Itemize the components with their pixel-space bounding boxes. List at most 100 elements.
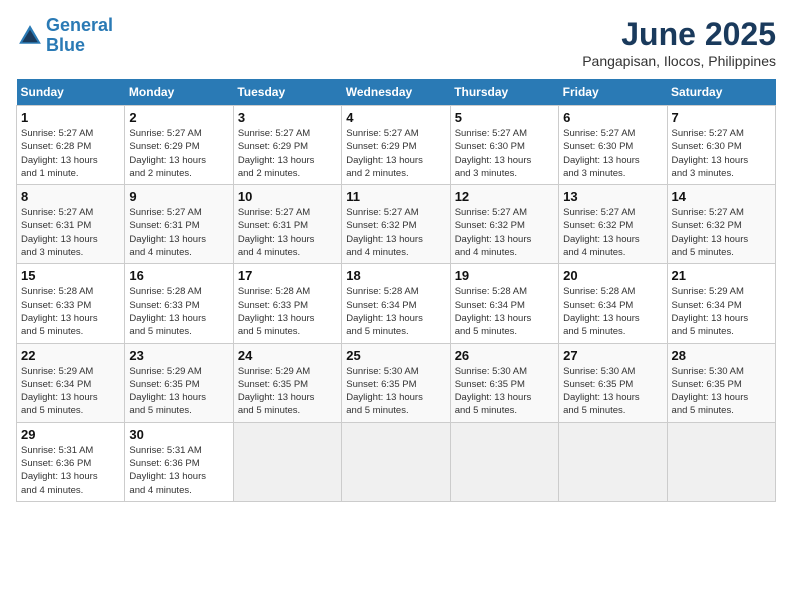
calendar-cell: 22Sunrise: 5:29 AM Sunset: 6:34 PM Dayli…: [17, 343, 125, 422]
day-info: Sunrise: 5:27 AM Sunset: 6:32 PM Dayligh…: [346, 206, 445, 259]
day-number: 11: [346, 189, 445, 204]
day-info: Sunrise: 5:28 AM Sunset: 6:34 PM Dayligh…: [346, 285, 445, 338]
day-number: 25: [346, 348, 445, 363]
calendar-cell: 2Sunrise: 5:27 AM Sunset: 6:29 PM Daylig…: [125, 106, 233, 185]
day-number: 21: [672, 268, 771, 283]
day-info: Sunrise: 5:27 AM Sunset: 6:29 PM Dayligh…: [346, 127, 445, 180]
day-number: 14: [672, 189, 771, 204]
calendar-body: 1 Sunrise: 5:27 AM Sunset: 6:28 PM Daylig…: [17, 106, 776, 502]
day-number: 18: [346, 268, 445, 283]
day-number: 7: [672, 110, 771, 125]
title-block: June 2025 Pangapisan, Ilocos, Philippine…: [582, 16, 776, 69]
calendar-cell: 18 Sunrise: 5:28 AM Sunset: 6:34 PM Dayli…: [342, 264, 450, 343]
logo-general: General: [46, 15, 113, 35]
header: General Blue June 2025 Pangapisan, Iloco…: [16, 16, 776, 69]
day-info: Sunrise: 5:31 AM Sunset: 6:36 PM Dayligh…: [129, 444, 228, 497]
day-number: 1: [21, 110, 120, 125]
calendar-table: SundayMondayTuesdayWednesdayThursdayFrid…: [16, 79, 776, 502]
day-info: Sunrise: 5:30 AM Sunset: 6:35 PM Dayligh…: [672, 365, 771, 418]
calendar-cell: 14 Sunrise: 5:27 AM Sunset: 6:32 PM Dayli…: [667, 185, 775, 264]
day-number: 15: [21, 268, 120, 283]
day-number: 5: [455, 110, 554, 125]
day-info: Sunrise: 5:29 AM Sunset: 6:35 PM Dayligh…: [238, 365, 337, 418]
day-info: Sunrise: 5:27 AM Sunset: 6:31 PM Dayligh…: [21, 206, 120, 259]
calendar-cell: 19Sunrise: 5:28 AM Sunset: 6:34 PM Dayli…: [450, 264, 558, 343]
day-number: 10: [238, 189, 337, 204]
day-info: Sunrise: 5:27 AM Sunset: 6:29 PM Dayligh…: [129, 127, 228, 180]
calendar-cell: 6Sunrise: 5:27 AM Sunset: 6:30 PM Daylig…: [559, 106, 667, 185]
calendar-cell: 24 Sunrise: 5:29 AM Sunset: 6:35 PM Dayli…: [233, 343, 341, 422]
day-info: Sunrise: 5:28 AM Sunset: 6:33 PM Dayligh…: [21, 285, 120, 338]
logo-text: General Blue: [46, 16, 113, 56]
day-info: Sunrise: 5:28 AM Sunset: 6:33 PM Dayligh…: [129, 285, 228, 338]
day-number: 6: [563, 110, 662, 125]
day-info: Sunrise: 5:30 AM Sunset: 6:35 PM Dayligh…: [346, 365, 445, 418]
day-number: 19: [455, 268, 554, 283]
day-number: 27: [563, 348, 662, 363]
calendar-cell: [233, 422, 341, 501]
calendar-cell: 9 Sunrise: 5:27 AM Sunset: 6:31 PM Daylig…: [125, 185, 233, 264]
header-cell-saturday: Saturday: [667, 79, 775, 106]
logo-blue: Blue: [46, 35, 85, 55]
day-info: Sunrise: 5:28 AM Sunset: 6:34 PM Dayligh…: [563, 285, 662, 338]
calendar-cell: 16 Sunrise: 5:28 AM Sunset: 6:33 PM Dayli…: [125, 264, 233, 343]
header-cell-monday: Monday: [125, 79, 233, 106]
calendar-cell: 20 Sunrise: 5:28 AM Sunset: 6:34 PM Dayli…: [559, 264, 667, 343]
calendar-cell: 30 Sunrise: 5:31 AM Sunset: 6:36 PM Dayli…: [125, 422, 233, 501]
day-info: Sunrise: 5:27 AM Sunset: 6:28 PM Dayligh…: [21, 127, 120, 180]
day-info: Sunrise: 5:27 AM Sunset: 6:30 PM Dayligh…: [455, 127, 554, 180]
day-number: 29: [21, 427, 120, 442]
calendar-cell: [559, 422, 667, 501]
day-info: Sunrise: 5:29 AM Sunset: 6:34 PM Dayligh…: [672, 285, 771, 338]
header-row: SundayMondayTuesdayWednesdayThursdayFrid…: [17, 79, 776, 106]
day-number: 20: [563, 268, 662, 283]
day-info: Sunrise: 5:29 AM Sunset: 6:35 PM Dayligh…: [129, 365, 228, 418]
day-info: Sunrise: 5:27 AM Sunset: 6:32 PM Dayligh…: [455, 206, 554, 259]
day-number: 24: [238, 348, 337, 363]
calendar-cell: 25 Sunrise: 5:30 AM Sunset: 6:35 PM Dayli…: [342, 343, 450, 422]
calendar-cell: 7 Sunrise: 5:27 AM Sunset: 6:30 PM Daylig…: [667, 106, 775, 185]
day-info: Sunrise: 5:30 AM Sunset: 6:35 PM Dayligh…: [455, 365, 554, 418]
month-title: June 2025: [582, 16, 776, 53]
header-cell-friday: Friday: [559, 79, 667, 106]
calendar-cell: 10 Sunrise: 5:27 AM Sunset: 6:31 PM Dayli…: [233, 185, 341, 264]
calendar-cell: 17Sunrise: 5:28 AM Sunset: 6:33 PM Dayli…: [233, 264, 341, 343]
day-number: 16: [129, 268, 228, 283]
calendar-cell: 8 Sunrise: 5:27 AM Sunset: 6:31 PM Daylig…: [17, 185, 125, 264]
header-cell-tuesday: Tuesday: [233, 79, 341, 106]
day-number: 12: [455, 189, 554, 204]
day-number: 30: [129, 427, 228, 442]
header-cell-wednesday: Wednesday: [342, 79, 450, 106]
logo: General Blue: [16, 16, 113, 56]
calendar-week-row: 8 Sunrise: 5:27 AM Sunset: 6:31 PM Daylig…: [17, 185, 776, 264]
header-cell-thursday: Thursday: [450, 79, 558, 106]
calendar-cell: 15 Sunrise: 5:28 AM Sunset: 6:33 PM Dayli…: [17, 264, 125, 343]
day-info: Sunrise: 5:30 AM Sunset: 6:35 PM Dayligh…: [563, 365, 662, 418]
calendar-cell: 28 Sunrise: 5:30 AM Sunset: 6:35 PM Dayli…: [667, 343, 775, 422]
day-number: 9: [129, 189, 228, 204]
calendar-cell: 29 Sunrise: 5:31 AM Sunset: 6:36 PM Dayli…: [17, 422, 125, 501]
day-number: 8: [21, 189, 120, 204]
calendar-cell: 27 Sunrise: 5:30 AM Sunset: 6:35 PM Dayli…: [559, 343, 667, 422]
day-info: Sunrise: 5:31 AM Sunset: 6:36 PM Dayligh…: [21, 444, 120, 497]
calendar-cell: 5 Sunrise: 5:27 AM Sunset: 6:30 PM Daylig…: [450, 106, 558, 185]
calendar-cell: 3Sunrise: 5:27 AM Sunset: 6:29 PM Daylig…: [233, 106, 341, 185]
calendar-week-row: 1 Sunrise: 5:27 AM Sunset: 6:28 PM Daylig…: [17, 106, 776, 185]
calendar-cell: 13 Sunrise: 5:27 AM Sunset: 6:32 PM Dayli…: [559, 185, 667, 264]
calendar-cell: 4Sunrise: 5:27 AM Sunset: 6:29 PM Daylig…: [342, 106, 450, 185]
day-number: 13: [563, 189, 662, 204]
day-info: Sunrise: 5:29 AM Sunset: 6:34 PM Dayligh…: [21, 365, 120, 418]
day-info: Sunrise: 5:27 AM Sunset: 6:32 PM Dayligh…: [672, 206, 771, 259]
day-info: Sunrise: 5:27 AM Sunset: 6:30 PM Dayligh…: [672, 127, 771, 180]
day-number: 26: [455, 348, 554, 363]
day-info: Sunrise: 5:27 AM Sunset: 6:32 PM Dayligh…: [563, 206, 662, 259]
calendar-week-row: 22Sunrise: 5:29 AM Sunset: 6:34 PM Dayli…: [17, 343, 776, 422]
day-info: Sunrise: 5:27 AM Sunset: 6:31 PM Dayligh…: [238, 206, 337, 259]
day-number: 28: [672, 348, 771, 363]
day-number: 17: [238, 268, 337, 283]
location-subtitle: Pangapisan, Ilocos, Philippines: [582, 53, 776, 69]
day-info: Sunrise: 5:27 AM Sunset: 6:31 PM Dayligh…: [129, 206, 228, 259]
calendar-week-row: 15 Sunrise: 5:28 AM Sunset: 6:33 PM Dayli…: [17, 264, 776, 343]
calendar-header: SundayMondayTuesdayWednesdayThursdayFrid…: [17, 79, 776, 106]
header-cell-sunday: Sunday: [17, 79, 125, 106]
